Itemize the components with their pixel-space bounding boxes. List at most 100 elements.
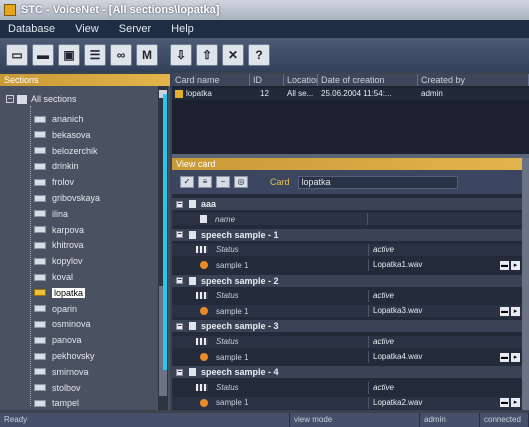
table-row[interactable]: lopatka 12 All se... 25.06.2004 11:54:..… (172, 88, 529, 100)
card-field-row[interactable]: Status active (172, 381, 529, 394)
export-button[interactable]: ⇧ (196, 44, 218, 66)
collapse-icon[interactable]: − (176, 277, 183, 284)
sidebar-item-stolbov[interactable]: stolbov (34, 381, 81, 395)
delete-button[interactable]: ✕ (222, 44, 244, 66)
sidebar-item-koval[interactable]: koval (34, 270, 73, 284)
group-label: speech sample - 2 (201, 275, 279, 286)
import-button[interactable]: ⇩ (170, 44, 192, 66)
menu-database[interactable]: Database (8, 23, 55, 35)
card-field[interactable]: lopatka (297, 175, 458, 189)
col-created-by[interactable]: Created by (418, 74, 529, 86)
sidebar-item-karpova[interactable]: karpova (34, 223, 84, 237)
card-group-row[interactable]: − speech sample - 4 (172, 366, 529, 379)
speaker-icon (200, 261, 208, 270)
sidebar-item-belozerchik[interactable]: belozerchik (34, 144, 98, 158)
collapse-icon[interactable]: − (6, 95, 14, 103)
minimize-icon[interactable]: ▬ (500, 306, 509, 316)
menu-help[interactable]: Help (171, 23, 194, 35)
sidebar-item-kopylov[interactable]: kopylov (34, 254, 83, 268)
sections-tree[interactable]: − All sections ananich bekasova belozerchi… (0, 86, 170, 410)
close-icon: ✕ (227, 48, 239, 62)
minimize-icon[interactable]: ▬ (500, 352, 509, 362)
card-group-row[interactable]: − speech sample - 1 (172, 228, 529, 241)
sidebar-item-frolov[interactable]: frolov (34, 175, 74, 189)
status-icon (196, 292, 208, 300)
col-id[interactable]: ID (250, 74, 284, 86)
card-group-row[interactable]: − aaa (172, 198, 529, 210)
card-field-row[interactable]: Status active (172, 243, 529, 256)
sidebar-item-panova[interactable]: panova (34, 333, 82, 347)
status-mode: view mode (290, 413, 420, 427)
field-label: sample 1 (216, 398, 249, 408)
menu-view[interactable]: View (75, 23, 99, 35)
collapse-icon[interactable]: − (176, 200, 183, 208)
sidebar-item-label: ilina (52, 208, 69, 219)
window-title: STC - VoiceNet - [All sections\lopatka] (21, 4, 220, 16)
section-icon (34, 336, 46, 344)
sidebar-item-label: kopylov (52, 256, 83, 267)
card-field-row[interactable]: sample 1 Lopatka4.wav ▬ ▸ (172, 351, 529, 363)
card-field-row[interactable]: sample 1 Lopatka1.wav ▬ ▸ (172, 259, 529, 272)
section-icon (34, 131, 46, 139)
col-card-name[interactable]: Card name (172, 74, 250, 86)
sidebar-item-osminova[interactable]: osminova (34, 317, 91, 331)
folder-icon (17, 94, 27, 104)
menu-server[interactable]: Server (119, 23, 151, 35)
section-icon (34, 352, 46, 360)
sidebar-item-drinkin[interactable]: drinkin (34, 159, 79, 173)
stop-button[interactable]: − (216, 176, 230, 188)
play-icon[interactable]: ▸ (511, 306, 520, 316)
tree-root[interactable]: − All sections (6, 94, 77, 104)
zoom-button[interactable]: ◎ (234, 176, 248, 188)
minimize-icon[interactable]: ▬ (500, 398, 509, 408)
field-value: active (368, 289, 488, 302)
sidebar-item-smirnova[interactable]: smirnova (34, 365, 89, 379)
view-card-body[interactable]: − aaa name − speech sample - 1 Status active sa… (172, 194, 529, 410)
list-button[interactable]: ☰ (84, 44, 106, 66)
identify-button[interactable]: M (136, 44, 158, 66)
section-icon (34, 194, 46, 202)
sidebar-item-tampel[interactable]: tampel (34, 396, 79, 410)
col-date[interactable]: Date of creation (318, 74, 418, 86)
sidebar-item-ananich[interactable]: ananich (34, 112, 84, 126)
folder-open-icon: ▭ (11, 48, 23, 62)
play-icon[interactable]: ▸ (511, 398, 520, 408)
sidebar-item-khitrova[interactable]: khitrova (34, 238, 84, 252)
minimize-icon[interactable]: ▬ (500, 260, 509, 270)
play-icon[interactable]: ▸ (511, 260, 520, 270)
card-field-row[interactable]: sample 1 Lopatka3.wav ▬ ▸ (172, 305, 529, 318)
card-button[interactable]: ▣ (58, 44, 80, 66)
sidebar-item-lopatka[interactable]: lopatka (34, 286, 86, 300)
help-button[interactable]: ? (248, 44, 270, 66)
group-label: speech sample - 4 (201, 367, 279, 378)
sections-header: Sections (0, 74, 170, 86)
collapse-icon[interactable]: − (176, 368, 183, 376)
sidebar-item-gribovskaya[interactable]: gribovskaya (34, 191, 100, 205)
collapse-icon[interactable]: − (176, 322, 183, 330)
sidebar-item-label: pekhovsky (52, 351, 95, 361)
list-icon: ☰ (89, 48, 101, 62)
collapse-icon[interactable]: − (176, 231, 183, 239)
check-button[interactable]: ✓ (180, 176, 194, 188)
new-folder-button[interactable]: ▬ (32, 44, 54, 66)
card-field-row[interactable]: sample 1 Lopatka2.wav ▬ ▸ (172, 396, 529, 409)
card-field-row[interactable]: name (172, 213, 529, 226)
panel-splitter[interactable] (163, 94, 167, 370)
speaker-icon (200, 307, 208, 316)
card-field-row[interactable]: Status active (172, 289, 529, 302)
sidebar-item-ilina[interactable]: ilina (34, 207, 68, 221)
record-button[interactable]: ≡ (198, 176, 212, 188)
search-button[interactable]: ∞ (110, 44, 132, 66)
stop-icon: − (220, 177, 226, 186)
sidebar-item-oparin[interactable]: oparin (34, 302, 77, 316)
open-database-button[interactable]: ▭ (6, 44, 28, 66)
card-field-row[interactable]: Status active (172, 335, 529, 348)
card-scrollbar[interactable] (522, 158, 529, 410)
document-icon (200, 215, 207, 224)
col-location[interactable]: Location (284, 74, 318, 86)
play-icon[interactable]: ▸ (511, 352, 520, 362)
card-group-row[interactable]: − speech sample - 2 (172, 274, 529, 287)
sidebar-item-bekasova[interactable]: bekasova (34, 128, 91, 142)
card-group-row[interactable]: − speech sample - 3 (172, 320, 529, 333)
sidebar-item-pekhovsky[interactable]: pekhovsky (34, 349, 95, 363)
